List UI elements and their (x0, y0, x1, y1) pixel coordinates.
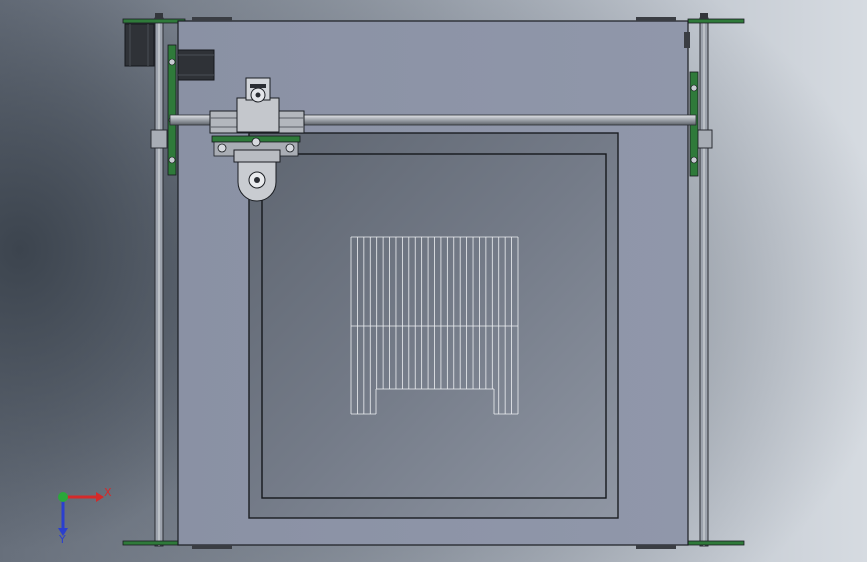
cad-model-top-view[interactable]: X Y (0, 0, 867, 562)
triad-x-label: X (104, 486, 112, 499)
frame-tab (192, 17, 232, 21)
triad-origin (58, 492, 68, 502)
rail-left[interactable] (150, 17, 168, 547)
end-plate-bottom-right[interactable] (687, 540, 745, 546)
frame-tab (636, 545, 676, 549)
coordinate-triad: X Y (58, 486, 112, 546)
cad-graphics-viewport[interactable]: X Y (0, 0, 867, 562)
end-plate-bottom-left[interactable] (122, 540, 186, 546)
rail-right[interactable] (695, 17, 713, 547)
build-bed[interactable] (248, 132, 619, 519)
endstop (684, 32, 690, 48)
pulley-left[interactable] (167, 44, 177, 176)
triad-y-label: Y (58, 533, 66, 546)
frame-tab (636, 17, 676, 21)
end-plate-top-left[interactable] (122, 13, 186, 24)
frame-tab (192, 545, 232, 549)
end-plate-top-right[interactable] (687, 13, 745, 24)
stepper-motor-left[interactable] (124, 23, 155, 67)
triad-x-arrow (96, 492, 104, 502)
stepper-motor-right[interactable] (177, 49, 215, 81)
